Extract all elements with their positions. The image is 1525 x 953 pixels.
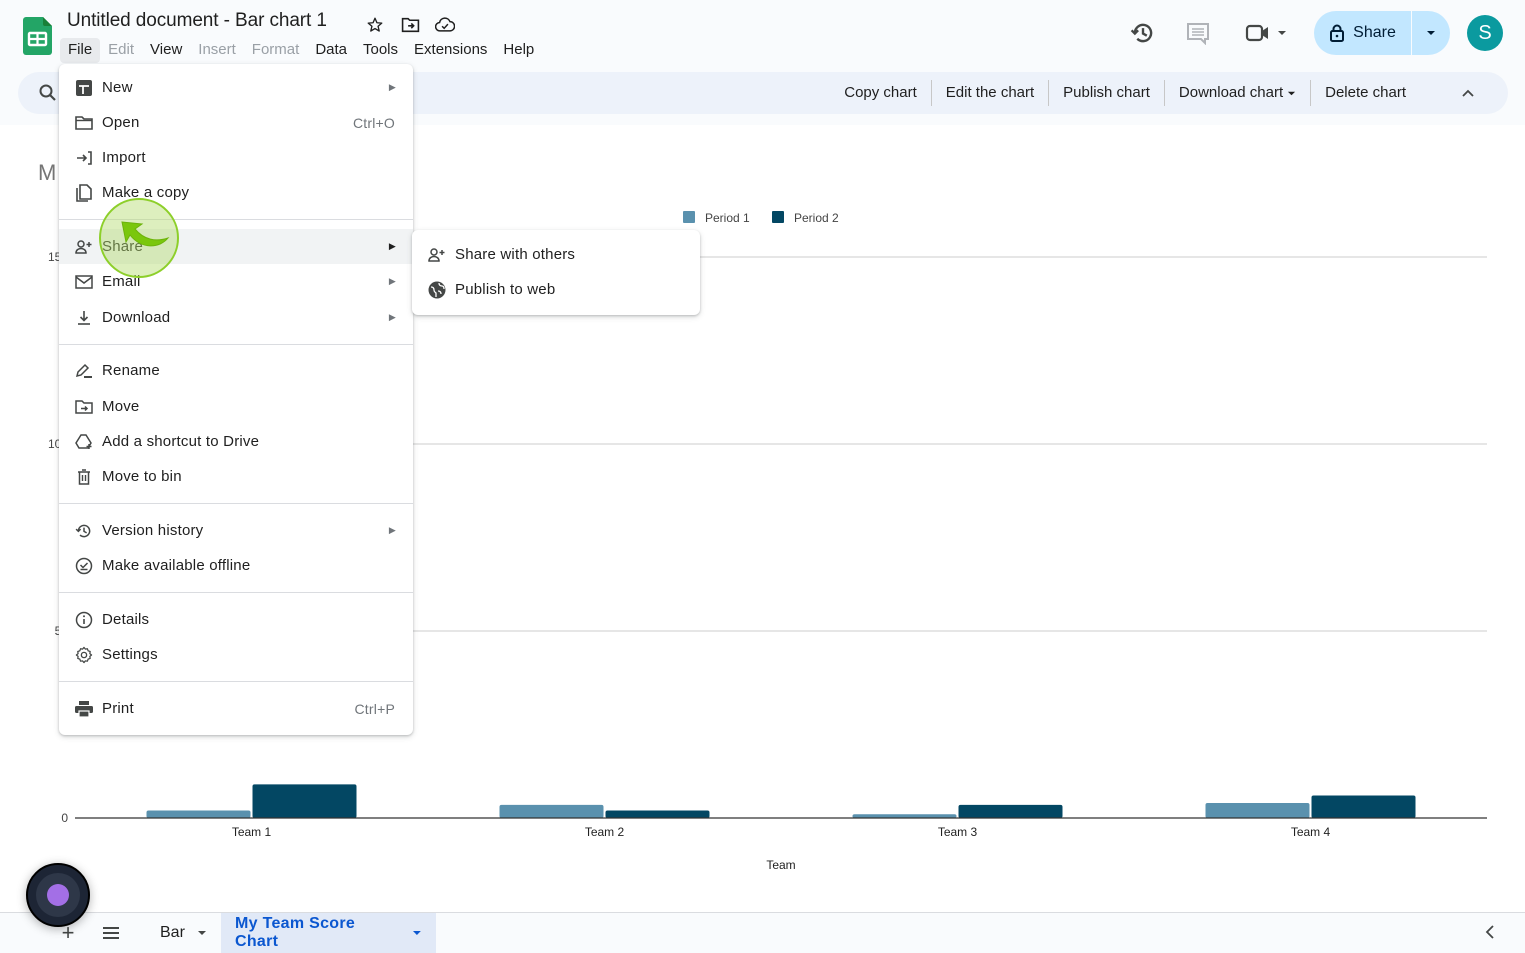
menu-item-label: Make available offline <box>102 557 251 574</box>
person-add-icon <box>74 237 94 257</box>
collapse-side-panel-icon[interactable] <box>1485 925 1501 941</box>
bar-period-2-team-2 <box>605 810 710 818</box>
share-submenu: Share with others Publish to web <box>412 230 700 315</box>
person-add-icon <box>427 245 447 265</box>
legend-label: Period 1 <box>705 211 750 225</box>
legend-swatch <box>683 211 695 223</box>
submenu-item-label: Share with others <box>455 246 576 263</box>
menu-item-download[interactable]: Download ▶ <box>59 300 413 335</box>
gear-icon <box>74 645 94 665</box>
legend-label: Period 2 <box>794 211 839 225</box>
rename-icon <box>74 361 94 381</box>
history-icon <box>74 521 94 541</box>
info-icon <box>74 610 94 630</box>
y-tick-label: 0 <box>61 811 68 825</box>
file-menu: New ▶ Open Ctrl+O Import Make a copy Sha… <box>59 64 413 735</box>
bar-period-2-team-1 <box>252 784 357 818</box>
menu-item-email[interactable]: Email ▶ <box>59 264 413 299</box>
sheet-tab-my-team-score-chart[interactable]: My Team Score Chart <box>221 913 436 953</box>
bar-period-1-team-1 <box>146 810 251 818</box>
mail-icon <box>74 272 94 292</box>
menu-item-make-available-offline[interactable]: Make available offline <box>59 548 413 583</box>
drive-shortcut-icon <box>74 432 94 452</box>
sheet-tab-bar-chart[interactable]: Bar <box>146 913 221 953</box>
menu-item-move-to-bin[interactable]: Move to bin <box>59 459 413 494</box>
import-icon <box>74 148 94 168</box>
menu-item-label: Print <box>102 700 134 717</box>
menu-item-add-shortcut[interactable]: Add a shortcut to Drive <box>59 424 413 459</box>
sheet-tab-bar: + Bar My Team Score Chart <box>0 912 1525 953</box>
bar-period-1-team-4 <box>1205 803 1310 818</box>
record-dot-icon <box>47 884 69 906</box>
menu-item-version-history[interactable]: Version history ▶ <box>59 513 413 548</box>
download-icon <box>74 308 94 328</box>
chevron-down-icon[interactable] <box>197 928 207 938</box>
bar-period-2-team-3 <box>958 804 1063 818</box>
cursor-arrow-icon <box>121 221 170 247</box>
menu-item-import[interactable]: Import <box>59 140 413 175</box>
x-tick-label: Team 4 <box>1291 825 1331 839</box>
menu-item-label: Version history <box>102 522 204 539</box>
submenu-item-label: Publish to web <box>455 281 556 298</box>
menu-item-settings[interactable]: Settings <box>59 637 413 672</box>
menu-item-label: Rename <box>102 362 160 379</box>
x-tick-label: Team 1 <box>232 825 272 839</box>
menu-divider <box>59 592 413 593</box>
legend-swatch <box>772 211 784 223</box>
submenu-arrow-icon: ▶ <box>388 312 396 322</box>
menu-item-rename[interactable]: Rename <box>59 353 413 388</box>
menu-item-shortcut: Ctrl+O <box>352 114 395 131</box>
menu-item-shortcut: Ctrl+P <box>354 700 395 717</box>
submenu-arrow-icon: ▶ <box>388 276 396 286</box>
menu-item-label: Details <box>102 611 150 628</box>
menu-item-details[interactable]: Details <box>59 602 413 637</box>
x-axis-label: Team <box>766 858 795 872</box>
menu-item-make-a-copy[interactable]: Make a copy <box>59 175 413 210</box>
globe-icon <box>427 280 447 300</box>
menu-item-label: Settings <box>102 646 158 663</box>
copy-icon <box>74 183 94 203</box>
move-folder-icon <box>74 397 94 417</box>
submenu-arrow-icon: ▶ <box>388 241 396 251</box>
offline-icon <box>74 556 94 576</box>
new-sheet-icon <box>74 78 94 98</box>
bar-period-2-team-4 <box>1311 795 1416 818</box>
menu-item-label: Add a shortcut to Drive <box>102 433 260 450</box>
menu-item-label: Move <box>102 398 140 415</box>
screen-recorder-button[interactable] <box>26 863 90 927</box>
menu-divider <box>59 681 413 682</box>
sheet-tab-label: Bar <box>160 924 185 941</box>
menu-item-open[interactable]: Open Ctrl+O <box>59 105 413 140</box>
menu-divider <box>59 344 413 345</box>
all-sheets-icon[interactable] <box>101 923 123 943</box>
menu-item-label: Import <box>102 149 146 166</box>
recorder-ring <box>36 873 80 917</box>
menu-divider <box>59 503 413 504</box>
trash-icon <box>74 467 94 487</box>
menu-item-label: New <box>102 79 133 96</box>
menu-item-label: Move to bin <box>102 468 182 485</box>
x-tick-label: Team 3 <box>938 825 978 839</box>
submenu-item-share-with-others[interactable]: Share with others <box>412 237 700 272</box>
menu-item-new[interactable]: New ▶ <box>59 70 413 105</box>
folder-icon <box>74 113 94 133</box>
bar-period-1-team-2 <box>499 804 604 818</box>
menu-item-move[interactable]: Move <box>59 389 413 424</box>
menu-item-print[interactable]: Print Ctrl+P <box>59 691 413 726</box>
print-icon <box>74 699 94 719</box>
submenu-arrow-icon: ▶ <box>388 82 396 92</box>
x-tick-label: Team 2 <box>585 825 625 839</box>
menu-item-label: Download <box>102 309 171 326</box>
submenu-item-publish-to-web[interactable]: Publish to web <box>412 272 700 307</box>
submenu-arrow-icon: ▶ <box>388 525 396 535</box>
sheet-tab-label: My Team Score Chart <box>235 915 356 950</box>
chevron-down-icon[interactable] <box>412 928 422 938</box>
menu-item-label: Open <box>102 114 140 131</box>
